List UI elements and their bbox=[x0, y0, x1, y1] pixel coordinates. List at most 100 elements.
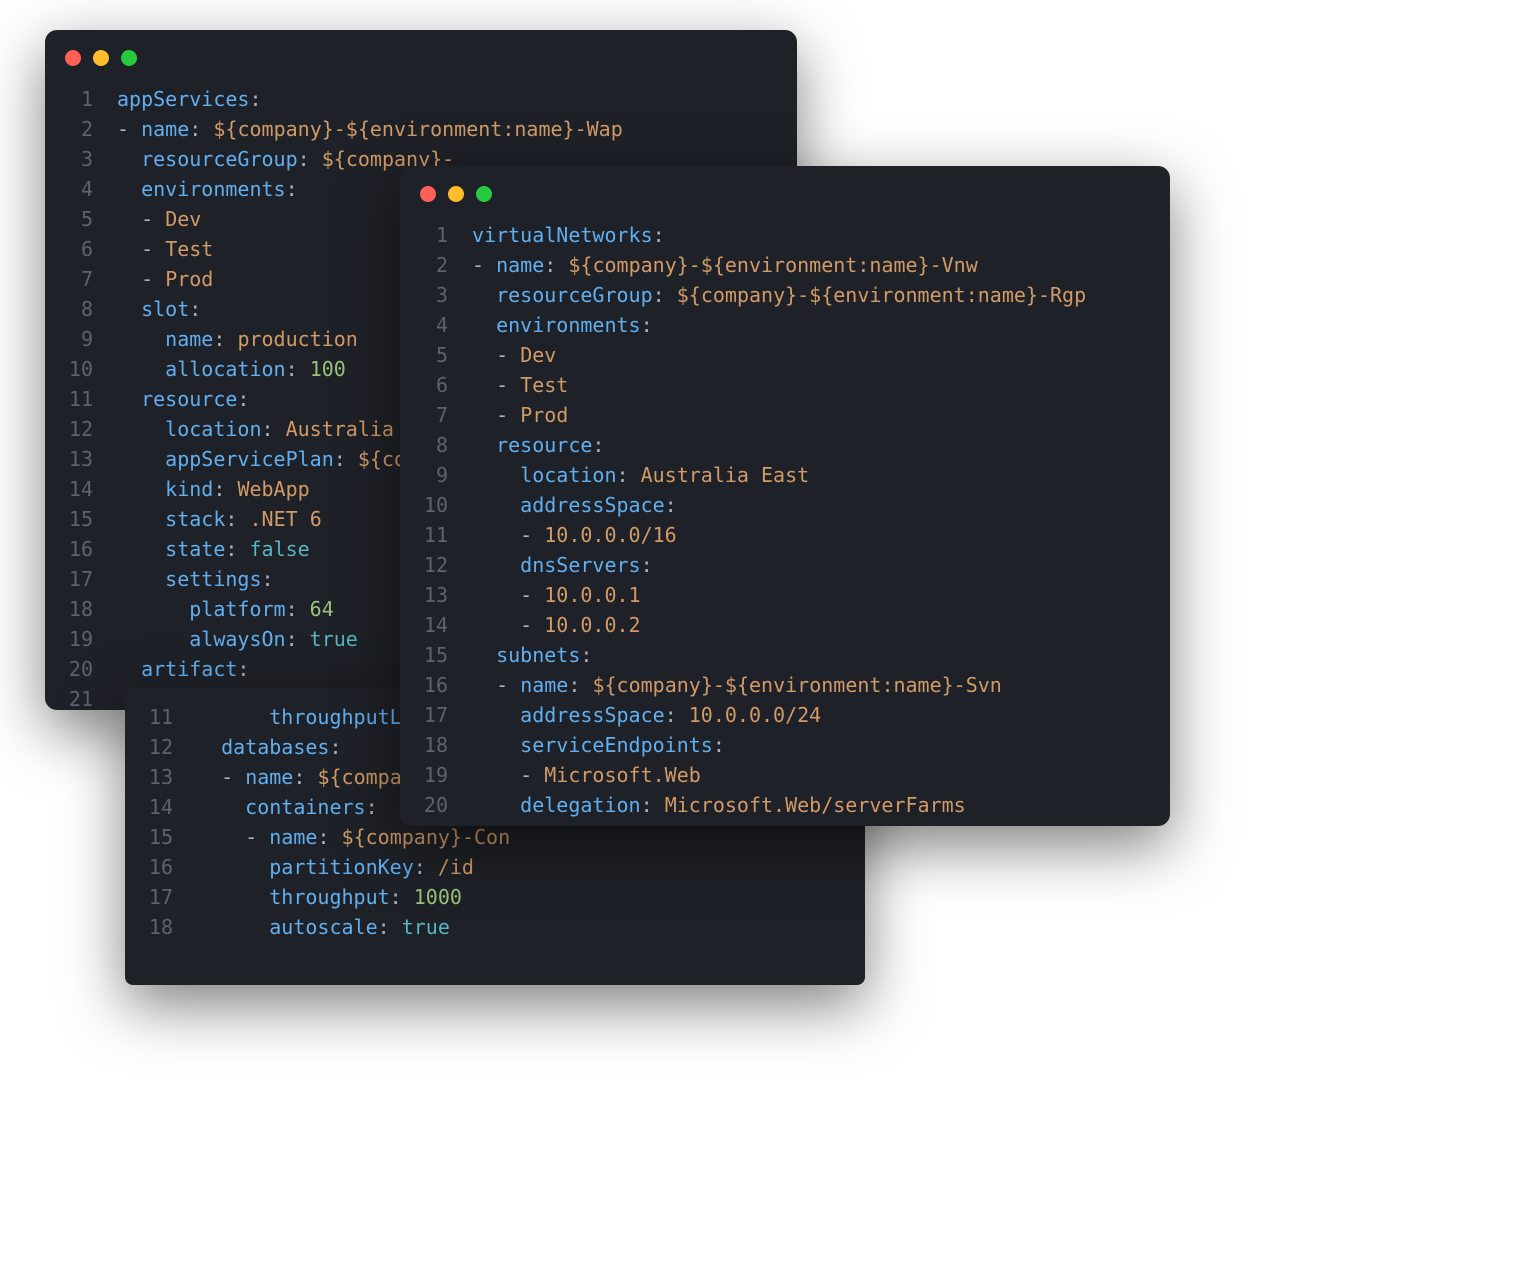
code-line[interactable]: 5 - Dev bbox=[400, 340, 1170, 370]
code-line[interactable]: 10 addressSpace: bbox=[400, 490, 1170, 520]
code-line[interactable]: 14 - 10.0.0.2 bbox=[400, 610, 1170, 640]
code-line[interactable]: 17 addressSpace: 10.0.0.0/24 bbox=[400, 700, 1170, 730]
line-content[interactable]: allocation: 100 bbox=[117, 354, 346, 384]
line-content[interactable]: stack: .NET 6 bbox=[117, 504, 322, 534]
line-content[interactable]: - 10.0.0.1 bbox=[472, 580, 641, 610]
code-line[interactable]: 19 - Microsoft.Web bbox=[400, 760, 1170, 790]
maximize-icon[interactable] bbox=[476, 186, 492, 202]
line-content[interactable]: databases: bbox=[197, 732, 342, 762]
code-line[interactable]: 8 resource: bbox=[400, 430, 1170, 460]
line-number: 2 bbox=[400, 250, 472, 280]
code-line[interactable]: 3 resourceGroup: ${company}-${environmen… bbox=[400, 280, 1170, 310]
line-content[interactable]: resource: bbox=[117, 384, 249, 414]
code-line[interactable]: 2- name: ${company}-${environment:name}-… bbox=[400, 250, 1170, 280]
editor-window-virtual-networks[interactable]: 1virtualNetworks:2- name: ${company}-${e… bbox=[400, 166, 1170, 826]
line-content[interactable]: kind: WebApp bbox=[117, 474, 310, 504]
line-number: 10 bbox=[45, 354, 117, 384]
close-icon[interactable] bbox=[420, 186, 436, 202]
line-number: 13 bbox=[45, 444, 117, 474]
line-content[interactable]: environments: bbox=[117, 174, 298, 204]
line-number: 17 bbox=[125, 882, 197, 912]
line-content[interactable]: throughput: 1000 bbox=[197, 882, 462, 912]
line-number: 5 bbox=[45, 204, 117, 234]
line-content[interactable]: - 10.0.0.0/16 bbox=[472, 520, 677, 550]
line-content[interactable]: platform: 64 bbox=[117, 594, 334, 624]
line-content[interactable]: - Microsoft.Web bbox=[472, 760, 701, 790]
line-content[interactable]: settings: bbox=[117, 564, 274, 594]
line-content[interactable]: - name: ${company}-${environment:name}-W… bbox=[117, 114, 623, 144]
minimize-icon[interactable] bbox=[93, 50, 109, 66]
line-content[interactable]: partitionKey: /id bbox=[197, 852, 474, 882]
code-line[interactable]: 11 - 10.0.0.0/16 bbox=[400, 520, 1170, 550]
minimize-icon[interactable] bbox=[448, 186, 464, 202]
line-content[interactable]: addressSpace: 10.0.0.0/24 bbox=[472, 700, 821, 730]
code-line[interactable]: 2- name: ${company}-${environment:name}-… bbox=[45, 114, 797, 144]
line-content[interactable]: appServices: bbox=[117, 84, 262, 114]
line-content[interactable]: - Test bbox=[472, 370, 568, 400]
code-line[interactable]: 1appServices: bbox=[45, 84, 797, 114]
line-number: 17 bbox=[45, 564, 117, 594]
line-content[interactable]: resourceGroup: ${company}-${environment:… bbox=[472, 280, 1086, 310]
line-content[interactable]: - name: ${company}-${environment:name}-S… bbox=[472, 670, 1002, 700]
line-content[interactable]: - name: ${company}-Con bbox=[197, 822, 510, 852]
maximize-icon[interactable] bbox=[121, 50, 137, 66]
line-content[interactable]: resource: bbox=[472, 430, 604, 460]
line-content[interactable]: - name: ${company}-${environment:name}-V… bbox=[472, 250, 978, 280]
titlebar bbox=[45, 30, 797, 76]
line-number: 15 bbox=[45, 504, 117, 534]
line-content[interactable]: - 10.0.0.2 bbox=[472, 610, 641, 640]
line-content[interactable]: - Dev bbox=[117, 204, 201, 234]
line-content[interactable]: throughputLim bbox=[197, 702, 426, 732]
line-content[interactable]: virtualNetworks: bbox=[472, 220, 665, 250]
line-content[interactable]: autoscale: true bbox=[197, 912, 450, 942]
line-number: 9 bbox=[400, 460, 472, 490]
line-number: 18 bbox=[125, 912, 197, 942]
line-content[interactable]: - Prod bbox=[472, 400, 568, 430]
code-line[interactable]: 9 location: Australia East bbox=[400, 460, 1170, 490]
line-content[interactable]: serviceEndpoints: bbox=[472, 730, 725, 760]
line-content[interactable]: alwaysOn: true bbox=[117, 624, 358, 654]
line-content[interactable]: addressSpace: bbox=[472, 490, 677, 520]
line-content[interactable]: environments: bbox=[472, 310, 653, 340]
code-line[interactable]: 6 - Test bbox=[400, 370, 1170, 400]
line-number: 11 bbox=[400, 520, 472, 550]
code-line[interactable]: 7 - Prod bbox=[400, 400, 1170, 430]
line-content[interactable]: artifact: bbox=[117, 654, 249, 684]
code-line[interactable]: 1virtualNetworks: bbox=[400, 220, 1170, 250]
titlebar bbox=[400, 166, 1170, 212]
close-icon[interactable] bbox=[65, 50, 81, 66]
code-line[interactable]: 15 - name: ${company}-Con bbox=[125, 822, 865, 852]
line-number: 8 bbox=[400, 430, 472, 460]
line-content[interactable]: state: false bbox=[117, 534, 310, 564]
code-line[interactable]: 20 delegation: Microsoft.Web/serverFarms bbox=[400, 790, 1170, 820]
code-line[interactable]: 13 - 10.0.0.1 bbox=[400, 580, 1170, 610]
code-line[interactable]: 15 subnets: bbox=[400, 640, 1170, 670]
code-line[interactable]: 18 serviceEndpoints: bbox=[400, 730, 1170, 760]
line-content[interactable]: containers: bbox=[197, 792, 378, 822]
line-content[interactable]: slot: bbox=[117, 294, 201, 324]
code-line[interactable]: 12 dnsServers: bbox=[400, 550, 1170, 580]
line-number: 10 bbox=[400, 490, 472, 520]
code-line[interactable]: 16 partitionKey: /id bbox=[125, 852, 865, 882]
line-number: 16 bbox=[45, 534, 117, 564]
code-line[interactable]: 18 autoscale: true bbox=[125, 912, 865, 942]
code-line[interactable]: 4 environments: bbox=[400, 310, 1170, 340]
line-content[interactable]: subnets: bbox=[472, 640, 592, 670]
line-content[interactable]: - name: ${compa bbox=[197, 762, 402, 792]
line-number: 20 bbox=[400, 790, 472, 820]
line-content[interactable]: name: production bbox=[117, 324, 358, 354]
line-number: 9 bbox=[45, 324, 117, 354]
line-number: 11 bbox=[45, 384, 117, 414]
code-line[interactable]: 16 - name: ${company}-${environment:name… bbox=[400, 670, 1170, 700]
code-area[interactable]: 1virtualNetworks:2- name: ${company}-${e… bbox=[400, 212, 1170, 826]
line-content[interactable]: location: Australia East bbox=[472, 460, 809, 490]
line-content[interactable]: dnsServers: bbox=[472, 550, 653, 580]
line-content[interactable]: delegation: Microsoft.Web/serverFarms bbox=[472, 790, 966, 820]
line-number: 6 bbox=[45, 234, 117, 264]
line-content[interactable]: - Prod bbox=[117, 264, 213, 294]
line-content[interactable]: - Test bbox=[117, 234, 213, 264]
line-number: 13 bbox=[125, 762, 197, 792]
line-number: 21 bbox=[45, 684, 117, 710]
code-line[interactable]: 17 throughput: 1000 bbox=[125, 882, 865, 912]
line-content[interactable]: - Dev bbox=[472, 340, 556, 370]
